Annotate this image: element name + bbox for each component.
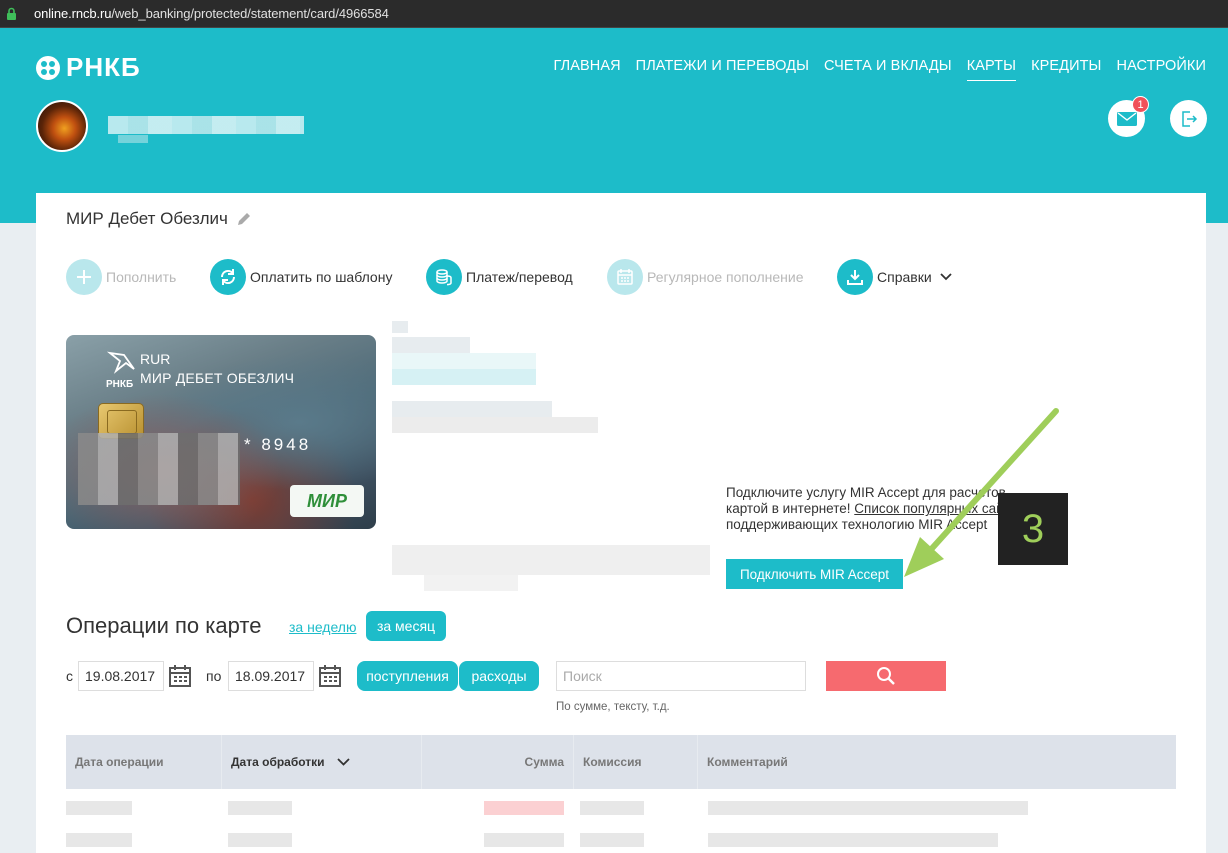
redacted-detail — [392, 353, 536, 369]
topup-label: Пополнить — [106, 269, 177, 285]
topup-action[interactable]: Пополнить — [66, 259, 176, 295]
arrow-annotation-icon — [904, 408, 1059, 577]
statements-action[interactable]: Справки — [837, 259, 952, 295]
redacted-cell — [228, 833, 292, 847]
brand-logo[interactable]: РНКБ — [36, 52, 141, 83]
refresh-icon — [210, 259, 246, 295]
coins-icon — [426, 259, 462, 295]
table-row[interactable] — [66, 793, 1176, 821]
redacted-detail — [424, 575, 518, 591]
pay-template-action[interactable]: Оплатить по шаблону — [210, 259, 392, 295]
content-panel: МИР Дебет Обезлич Пополнить Оплатить по … — [36, 193, 1206, 853]
nav-item-home[interactable]: ГЛАВНАЯ — [553, 58, 620, 81]
logout-icon — [1181, 110, 1197, 127]
redacted-detail — [392, 337, 470, 353]
logout-button[interactable] — [1170, 100, 1207, 137]
from-date-input[interactable]: 19.08.2017 — [78, 661, 164, 691]
bank-card[interactable]: РНКБ RUR МИР ДЕБЕТ ОБЕЗЛИЧ * 8948 МИР — [66, 335, 376, 529]
redacted-detail — [392, 321, 408, 333]
redacted-cell — [580, 801, 644, 815]
pencil-icon[interactable] — [236, 211, 252, 227]
nav-item-accounts[interactable]: СЧЕТА И ВКЛАДЫ — [824, 58, 952, 81]
search-hint: По сумме, тексту, т.д. — [556, 701, 670, 713]
chevron-down-icon — [336, 758, 350, 766]
plus-icon — [66, 259, 102, 295]
pay-template-label: Оплатить по шаблону — [250, 269, 393, 285]
card-currency: RUR — [140, 351, 171, 367]
nav-item-cards[interactable]: КАРТЫ — [966, 58, 1017, 81]
calendar-icon[interactable] — [168, 664, 192, 688]
regular-topup-action[interactable]: Регулярное пополнение — [607, 259, 804, 295]
nav-item-payments[interactable]: ПЛАТЕЖИ И ПЕРЕВОДЫ — [636, 58, 809, 81]
search-button[interactable] — [826, 661, 946, 691]
column-processing-date[interactable]: Дата обработки — [222, 735, 422, 789]
main-nav: ГЛАВНАЯ ПЛАТЕЖИ И ПЕРЕВОДЫ СЧЕТА И ВКЛАД… — [553, 58, 1206, 81]
statements-label: Справки — [877, 269, 932, 285]
calendar-icon[interactable] — [318, 664, 342, 688]
filter-income-button[interactable]: поступления — [357, 661, 458, 691]
column-operation-date[interactable]: Дата операции — [66, 735, 222, 789]
search-input[interactable]: Поиск — [556, 661, 806, 691]
redacted-detail — [392, 369, 536, 385]
payment-transfer-action[interactable]: Платеж/перевод — [426, 259, 573, 295]
period-month-button[interactable]: за месяц — [366, 611, 446, 641]
to-label: по — [206, 668, 222, 684]
table-row[interactable] — [66, 825, 1176, 853]
redacted-cell — [580, 833, 644, 847]
search-icon — [877, 667, 895, 685]
operations-title: Операции по карте — [66, 613, 262, 638]
column-commission[interactable]: Комиссия — [574, 735, 698, 789]
card-name: МИР ДЕБЕТ ОБЕЗЛИЧ — [140, 370, 295, 386]
connect-mir-accept-button[interactable]: Подключить MIR Accept — [726, 559, 903, 589]
logo-mark-icon — [36, 55, 60, 80]
lock-icon — [7, 7, 16, 20]
card-logo-text: РНКБ — [106, 379, 134, 390]
from-label: с — [66, 668, 73, 684]
user-name-redacted-2 — [118, 135, 148, 143]
redacted-cell — [228, 801, 292, 815]
mail-icon — [1116, 111, 1137, 126]
redacted-cell — [484, 833, 564, 847]
mir-logo: МИР — [290, 485, 364, 517]
column-comment[interactable]: Комментарий — [698, 735, 1176, 789]
card-number: * 8948 — [244, 435, 312, 454]
browser-address-bar[interactable]: online.rncb.ru/web_banking/protected/sta… — [0, 0, 1228, 28]
calendar-icon — [607, 259, 643, 295]
card-title-text: МИР Дебет Обезлич — [66, 209, 228, 228]
column-amount[interactable]: Сумма — [422, 735, 574, 789]
redacted-cell — [66, 801, 132, 815]
card-number-redacted — [78, 433, 240, 505]
chevron-down-icon[interactable] — [940, 273, 952, 281]
redacted-detail — [392, 401, 552, 417]
avatar[interactable] — [36, 100, 88, 152]
download-icon — [837, 259, 873, 295]
regular-topup-label: Регулярное пополнение — [647, 269, 804, 285]
operations-table-header: Дата операции Дата обработки Сумма Комис… — [66, 735, 1176, 789]
nav-item-credits[interactable]: КРЕДИТЫ — [1031, 58, 1101, 81]
redacted-detail — [392, 545, 710, 575]
user-name-redacted — [108, 116, 304, 134]
redacted-cell — [708, 801, 1028, 815]
card-title: МИР Дебет Обезлич — [66, 209, 252, 229]
messages-badge: 1 — [1132, 96, 1149, 113]
filter-expense-button[interactable]: расходы — [459, 661, 539, 691]
to-date-input[interactable]: 18.09.2017 — [228, 661, 314, 691]
brand-name: РНКБ — [66, 52, 141, 82]
redacted-detail — [392, 417, 598, 433]
period-week-link[interactable]: за неделю — [289, 619, 356, 635]
redacted-cell — [708, 833, 998, 847]
nav-item-settings[interactable]: НАСТРОЙКИ — [1117, 58, 1207, 81]
redacted-cell — [66, 833, 132, 847]
url-text[interactable]: online.rncb.ru/web_banking/protected/sta… — [34, 6, 389, 21]
redacted-cell — [484, 801, 564, 815]
payment-transfer-label: Платеж/перевод — [466, 269, 573, 285]
